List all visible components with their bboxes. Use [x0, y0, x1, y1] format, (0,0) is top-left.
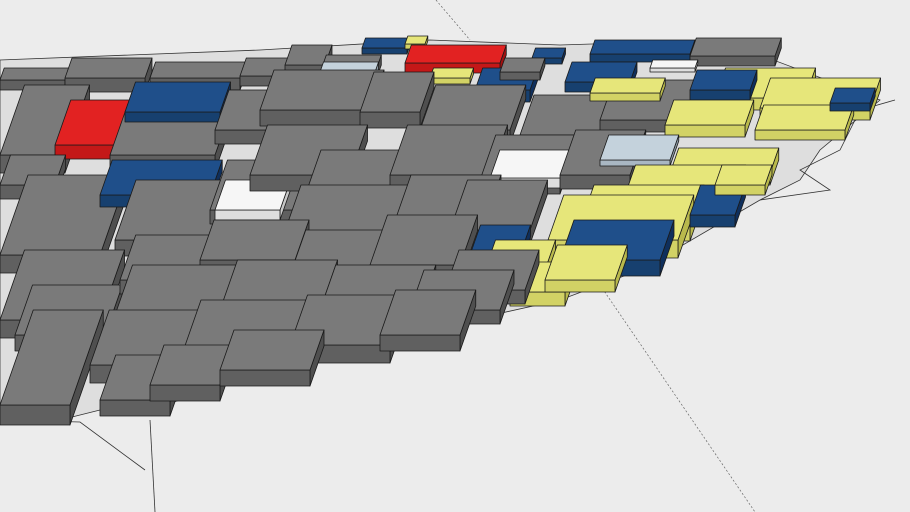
yellow-building [714, 164, 773, 196]
blue-building-face [361, 37, 411, 49]
gray-building-face [219, 369, 311, 387]
blue-building [361, 37, 411, 55]
white-building [649, 59, 699, 73]
blue-building [689, 69, 758, 101]
gray-building-face [689, 55, 776, 67]
gray-building-face [499, 57, 546, 73]
gray-building-face [499, 71, 541, 81]
gray-building-face [199, 219, 310, 261]
gray-building [379, 289, 477, 352]
yellow-building-face [754, 129, 846, 141]
gray-building-face [419, 84, 527, 131]
gray-building-face [689, 37, 782, 57]
city-model-scene[interactable] [0, 0, 910, 512]
blue-building [829, 87, 876, 112]
blue-building-face [689, 89, 751, 101]
gray-building-face [149, 61, 247, 79]
white-building-face [649, 67, 696, 73]
yellow-building-face [429, 67, 474, 79]
blue-building-face [689, 69, 758, 91]
blue-building-face [124, 111, 221, 123]
gray-building-face [259, 109, 371, 127]
yellow-building-face [589, 77, 666, 94]
gray-building [359, 71, 435, 129]
blue-building-face [124, 81, 231, 113]
blue-building-face [829, 87, 876, 104]
white-building-face [214, 209, 281, 221]
gray-building [499, 57, 546, 81]
gray-building-face [0, 404, 71, 426]
yellow-building-face [544, 279, 616, 293]
site-boundary-lower [0, 419, 146, 471]
gray-building-face [64, 57, 153, 79]
blue-building-face [531, 47, 566, 59]
blue-building-face [829, 102, 871, 112]
yellow-building-face [544, 244, 628, 281]
gray-building [219, 329, 325, 387]
yellow-building-face [714, 184, 766, 196]
gray-building-face [379, 334, 461, 352]
axis-line-bottom [599, 284, 756, 512]
site-boundary-road [149, 419, 156, 512]
yellow-building-face [429, 77, 471, 85]
gray-building-face [99, 399, 171, 417]
blue-building-face [589, 39, 696, 55]
yellow-building [429, 67, 474, 85]
yellow-building-face [664, 99, 755, 126]
blue-building-face [361, 47, 408, 55]
gray-building-face [0, 67, 70, 81]
axis-line-top [435, 0, 471, 41]
yellow-building [664, 99, 755, 138]
white-building-face [649, 59, 699, 69]
blue-building-face [689, 214, 736, 228]
blue-building [589, 39, 696, 63]
yellow-building [589, 77, 666, 102]
yellow-building-face [714, 164, 773, 186]
gray-building-face [149, 384, 221, 402]
yellow-building-face [404, 35, 429, 45]
gray-building-face [379, 289, 477, 336]
buildings-layer [0, 35, 881, 426]
model-viewport[interactable] [0, 0, 910, 512]
gray-building [689, 37, 782, 67]
yellow-building-face [589, 92, 661, 102]
yellow-building [544, 244, 628, 293]
red-building-face [404, 44, 507, 64]
gray-building-face [219, 329, 325, 371]
lightblue-building-face [599, 134, 680, 161]
blue-building [124, 81, 231, 123]
lightblue-building [599, 134, 680, 167]
